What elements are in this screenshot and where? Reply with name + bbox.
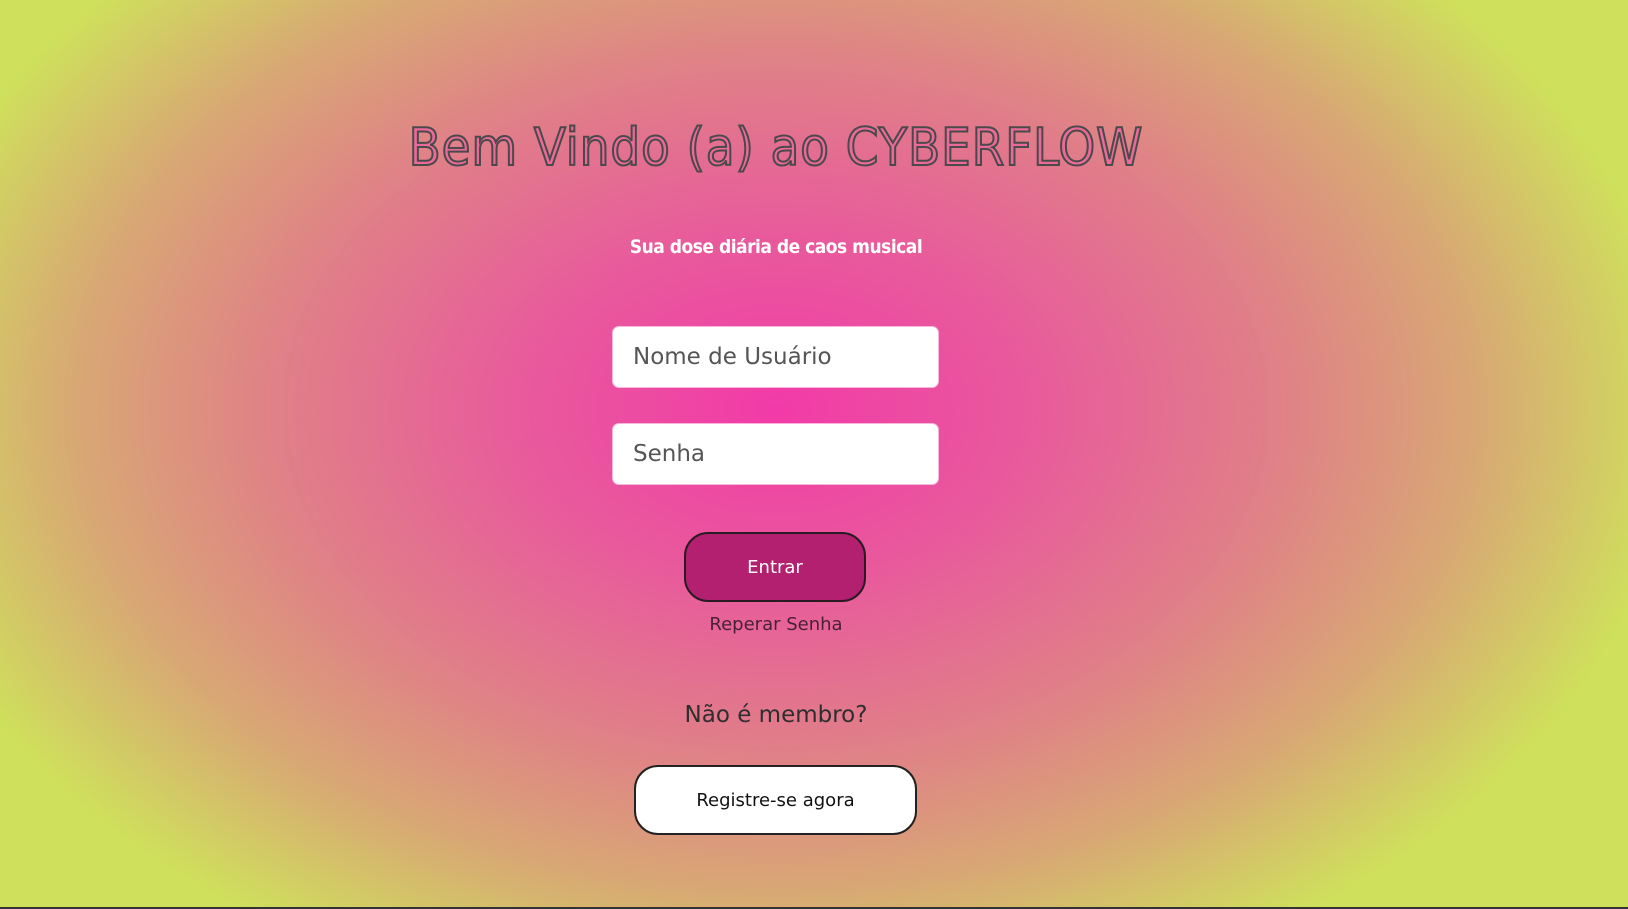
username-input[interactable]	[613, 327, 938, 387]
login-button[interactable]: Entrar	[684, 532, 866, 602]
not-member-text: Não é membro?	[684, 702, 868, 728]
recover-password-link[interactable]: Reperar Senha	[0, 614, 1552, 635]
password-input[interactable]	[613, 424, 938, 484]
page-title: Bem Vindo (a) ao CYBERFLOW	[408, 117, 1144, 179]
register-button[interactable]: Registre-se agora	[634, 765, 917, 835]
page-subtitle: Sua dose diária de caos musical	[629, 236, 923, 258]
